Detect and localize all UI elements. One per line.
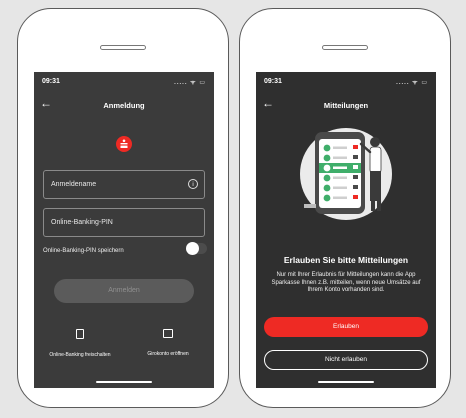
phone-frame-notifications: 09:31 ..... ᯤ ▭ ← Mitteilungen Erlauben … xyxy=(239,8,451,408)
unlock-online-banking-button[interactable]: Online-Banking freischalten xyxy=(40,329,120,361)
open-account-label: Girokonto eröffnen xyxy=(147,351,189,357)
allow-button[interactable]: Erlauben xyxy=(264,317,428,337)
username-placeholder: Anmeldename xyxy=(51,181,97,188)
notification-body: Nur mit Ihrer Erlaubnis für Mitteilungen… xyxy=(271,272,421,293)
pin-placeholder: Online-Banking-PIN xyxy=(51,219,113,226)
open-account-button[interactable]: Girokonto eröffnen xyxy=(128,329,208,360)
info-icon[interactable]: i xyxy=(188,179,198,189)
unlock-online-banking-label: Online-Banking freischalten xyxy=(49,352,111,358)
login-button[interactable]: Anmelden xyxy=(54,279,194,303)
status-time: 09:31 xyxy=(42,78,60,85)
page-title: Anmeldung xyxy=(103,101,145,110)
status-bar: 09:31 ..... ᯤ ▭ xyxy=(34,72,214,90)
home-indicator[interactable] xyxy=(318,381,374,383)
toggle-knob xyxy=(186,242,199,255)
status-time: 09:31 xyxy=(264,78,282,85)
notification-illustration xyxy=(300,128,392,220)
login-screen: 09:31 ..... ᯤ ▭ ← Anmeldung Anmeldename … xyxy=(34,72,214,388)
save-pin-label: Online-Banking-PIN speichern xyxy=(43,248,124,254)
phone-speaker xyxy=(100,45,146,50)
notifications-screen: 09:31 ..... ᯤ ▭ ← Mitteilungen Erlauben … xyxy=(256,72,436,388)
status-icons: ..... ᯤ ▭ xyxy=(396,80,428,86)
notification-title: Erlauben Sie bitte Mitteilungen xyxy=(283,255,409,265)
home-indicator[interactable] xyxy=(96,381,152,383)
status-bar: 09:31 ..... ᯤ ▭ xyxy=(256,72,436,90)
card-icon xyxy=(163,329,173,338)
phone-icon xyxy=(76,329,84,339)
pin-field[interactable]: Online-Banking-PIN xyxy=(43,208,205,237)
page-title: Mitteilungen xyxy=(323,101,369,110)
nav-bar: ← Mitteilungen xyxy=(256,94,436,116)
nav-bar: ← Anmeldung xyxy=(34,94,214,116)
deny-button[interactable]: Nicht erlauben xyxy=(264,350,428,370)
sparkasse-logo-icon xyxy=(116,136,132,152)
save-pin-toggle[interactable] xyxy=(186,242,207,255)
phone-speaker xyxy=(322,45,368,50)
status-icons: ..... ᯤ ▭ xyxy=(174,80,206,86)
phone-frame-login: 09:31 ..... ᯤ ▭ ← Anmeldung Anmeldename … xyxy=(17,8,229,408)
username-field[interactable]: Anmeldename i xyxy=(43,170,205,199)
